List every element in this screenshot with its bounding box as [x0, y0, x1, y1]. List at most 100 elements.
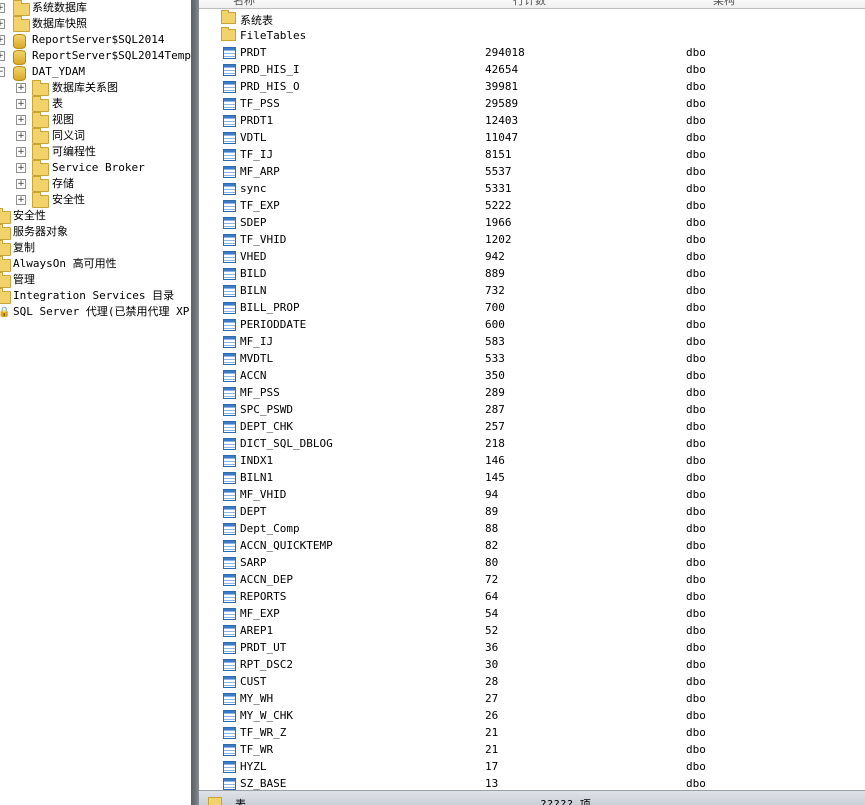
- table-name: SARP: [240, 556, 267, 569]
- row-count: 1202: [485, 233, 512, 246]
- collapse-icon[interactable]: −: [0, 67, 5, 77]
- expand-icon[interactable]: +: [0, 51, 5, 61]
- schema-name: dbo: [686, 148, 706, 161]
- folder-icon: [32, 80, 49, 96]
- schema-name: dbo: [686, 284, 706, 297]
- list-item[interactable]: 系统表: [199, 10, 865, 27]
- table-icon: [223, 115, 236, 127]
- table-row[interactable]: PERIODDATE 600 dbo: [199, 316, 865, 333]
- table-row[interactable]: DICT_SQL_DBLOG 218 dbo: [199, 435, 865, 452]
- table-row[interactable]: TF_EXP 5222 dbo: [199, 197, 865, 214]
- schema-name: dbo: [686, 114, 706, 127]
- schema-name: dbo: [686, 165, 706, 178]
- table-icon: [223, 404, 236, 416]
- table-icon: [223, 659, 236, 671]
- row-count: 42654: [485, 63, 519, 76]
- table-row[interactable]: ACCN_QUICKTEMP 82 dbo: [199, 537, 865, 554]
- table-row[interactable]: DEPT_CHK 257 dbo: [199, 418, 865, 435]
- table-row[interactable]: PRDT1 12403 dbo: [199, 112, 865, 129]
- schema-name: dbo: [686, 454, 706, 467]
- expand-icon[interactable]: +: [0, 19, 5, 29]
- table-row[interactable]: PRDT_UT 36 dbo: [199, 639, 865, 656]
- table-row[interactable]: BILL_PROP 700 dbo: [199, 299, 865, 316]
- pane-splitter[interactable]: [191, 0, 199, 805]
- expand-icon[interactable]: +: [16, 115, 26, 125]
- table-row[interactable]: MY_WH 27 dbo: [199, 690, 865, 707]
- expand-icon[interactable]: +: [0, 3, 5, 13]
- expand-icon[interactable]: +: [16, 131, 26, 141]
- table-row[interactable]: VHED 942 dbo: [199, 248, 865, 265]
- table-row[interactable]: CUST 28 dbo: [199, 673, 865, 690]
- expand-icon[interactable]: +: [16, 195, 26, 205]
- row-count: 88: [485, 522, 499, 535]
- row-count: 36: [485, 641, 499, 654]
- table-row[interactable]: PRD_HIS_O 39981 dbo: [199, 78, 865, 95]
- table-row[interactable]: MY_W_CHK 26 dbo: [199, 707, 865, 724]
- row-count: 257: [485, 420, 505, 433]
- table-row[interactable]: sync 5331 dbo: [199, 180, 865, 197]
- table-name: TF_VHID: [240, 233, 287, 246]
- table-row[interactable]: DEPT 89 dbo: [199, 503, 865, 520]
- expand-icon[interactable]: +: [16, 99, 26, 109]
- table-name: REPORTS: [240, 590, 287, 603]
- schema-name: dbo: [686, 403, 706, 416]
- table-row[interactable]: PRD_HIS_I 42654 dbo: [199, 61, 865, 78]
- list-item[interactable]: FileTables: [199, 27, 865, 44]
- table-row[interactable]: BILD 889 dbo: [199, 265, 865, 282]
- table-icon: [223, 166, 236, 178]
- table-row[interactable]: TF_IJ 8151 dbo: [199, 146, 865, 163]
- schema-name: dbo: [686, 420, 706, 433]
- table-row[interactable]: MF_IJ 583 dbo: [199, 333, 865, 350]
- table-row[interactable]: ACCN_DEP 72 dbo: [199, 571, 865, 588]
- column-header[interactable]: 名称: [199, 0, 480, 9]
- table-icon: [223, 251, 236, 263]
- expand-icon[interactable]: +: [16, 179, 26, 189]
- table-row[interactable]: SPC_PSWD 287 dbo: [199, 401, 865, 418]
- table-row[interactable]: TF_VHID 1202 dbo: [199, 231, 865, 248]
- table-row[interactable]: SDEP 1966 dbo: [199, 214, 865, 231]
- table-name: PERIODDATE: [240, 318, 307, 331]
- table-row[interactable]: BILN1 145 dbo: [199, 469, 865, 486]
- folder-icon: [0, 288, 11, 304]
- table-row[interactable]: AREP1 52 dbo: [199, 622, 865, 639]
- row-count: 5222: [485, 199, 512, 212]
- table-row[interactable]: SARP 80 dbo: [199, 554, 865, 571]
- expand-icon[interactable]: +: [16, 163, 26, 173]
- table-row[interactable]: TF_PSS 29589 dbo: [199, 95, 865, 112]
- table-row[interactable]: MF_PSS 289 dbo: [199, 384, 865, 401]
- table-row[interactable]: TF_WR 21 dbo: [199, 741, 865, 758]
- column-header[interactable]: 行计数: [479, 0, 680, 9]
- table-icon: [223, 81, 236, 93]
- table-icon: [223, 234, 236, 246]
- table-row[interactable]: INDX1 146 dbo: [199, 452, 865, 469]
- expand-icon[interactable]: +: [16, 83, 26, 93]
- table-row[interactable]: PRDT 294018 dbo: [199, 44, 865, 61]
- table-row[interactable]: BILN 732 dbo: [199, 282, 865, 299]
- table-row[interactable]: Dept_Comp 88 dbo: [199, 520, 865, 537]
- table-row[interactable]: MF_ARP 5537 dbo: [199, 163, 865, 180]
- table-row[interactable]: MF_EXP 54 dbo: [199, 605, 865, 622]
- table-row[interactable]: TF_WR_Z 21 dbo: [199, 724, 865, 741]
- table-name: Dept_Comp: [240, 522, 300, 535]
- schema-name: dbo: [686, 437, 706, 450]
- table-row[interactable]: MF_VHID 94 dbo: [199, 486, 865, 503]
- schema-name: dbo: [686, 182, 706, 195]
- tree-node-label: 数据库快照: [32, 17, 87, 30]
- table-icon: [223, 523, 236, 535]
- expand-icon[interactable]: +: [16, 147, 26, 157]
- table-row[interactable]: HYZL 17 dbo: [199, 758, 865, 775]
- table-icon: [223, 183, 236, 195]
- table-row[interactable]: RPT_DSC2 30 dbo: [199, 656, 865, 673]
- folder-icon: [13, 16, 30, 32]
- expand-icon[interactable]: +: [0, 35, 5, 45]
- table-row[interactable]: REPORTS 64 dbo: [199, 588, 865, 605]
- table-row[interactable]: MVDTL 533 dbo: [199, 350, 865, 367]
- status-bar: 表 ????? 项: [199, 790, 865, 805]
- table-name: BILD: [240, 267, 267, 280]
- column-header[interactable]: 架构: [679, 0, 865, 9]
- table-row[interactable]: VDTL 11047 dbo: [199, 129, 865, 146]
- row-count: 350: [485, 369, 505, 382]
- table-row[interactable]: ACCN 350 dbo: [199, 367, 865, 384]
- row-count: 82: [485, 539, 499, 552]
- table-icon: [223, 438, 236, 450]
